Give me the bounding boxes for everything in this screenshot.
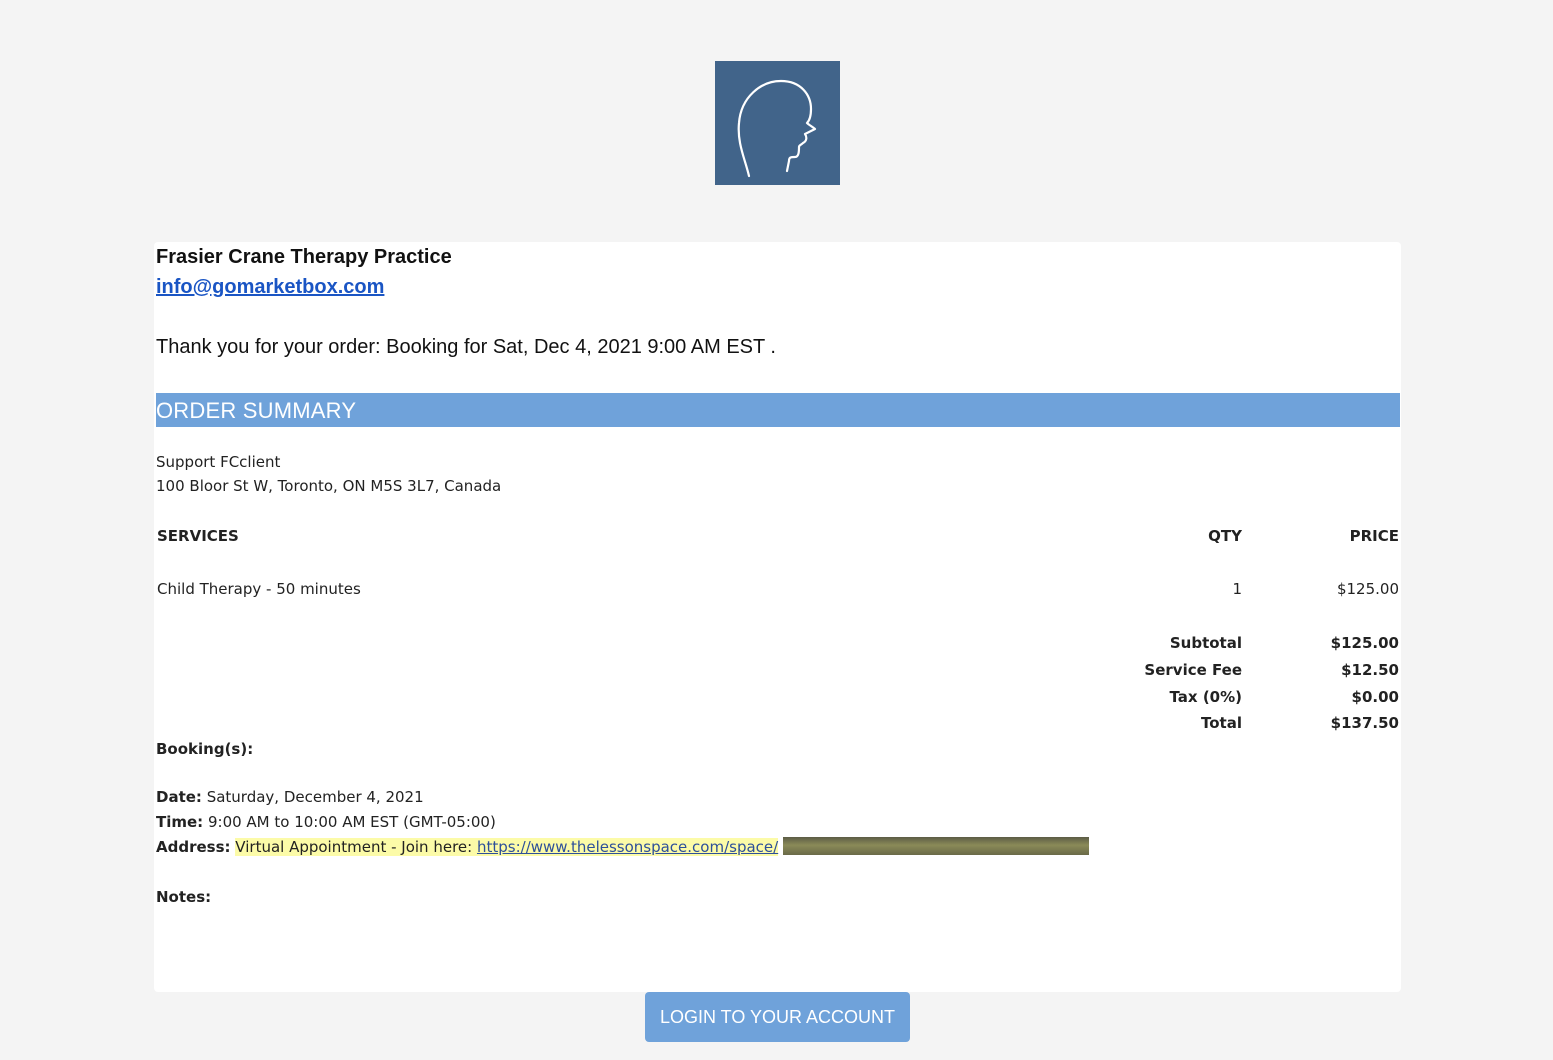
tax-value: $0.00: [1351, 688, 1399, 706]
business-name: Frasier Crane Therapy Practice: [156, 246, 452, 268]
logo: [715, 61, 840, 185]
booking-time-label: Time:: [156, 813, 204, 831]
head-profile-icon: [737, 79, 817, 178]
booking-address: Address: Virtual Appointment - Join here…: [156, 837, 1089, 856]
service-qty: 1: [1232, 580, 1242, 598]
booking-time: Time: 9:00 AM to 10:00 AM EST (GMT-05:00…: [156, 813, 496, 831]
order-summary-title: ORDER SUMMARY: [156, 398, 357, 423]
order-summary-header: ORDER SUMMARY: [156, 393, 1400, 427]
customer-name: Support FCclient: [156, 453, 281, 471]
service-fee-value: $12.50: [1341, 661, 1399, 679]
tax-label: Tax (0%): [1169, 688, 1243, 706]
qty-column-header: QTY: [1208, 527, 1242, 545]
service-price: $125.00: [1336, 580, 1399, 598]
bookings-heading: Booking(s):: [156, 740, 254, 758]
business-email-link[interactable]: info@gomarketbox.com: [156, 276, 384, 299]
redacted-link-part: [782, 837, 1089, 855]
services-column-header: SERVICES: [157, 527, 239, 545]
service-fee-label: Service Fee: [1144, 661, 1242, 679]
total-label: Total: [1201, 714, 1242, 732]
booking-date: Date: Saturday, December 4, 2021: [156, 788, 424, 806]
booking-time-value: 9:00 AM to 10:00 AM EST (GMT-05:00): [207, 813, 496, 831]
subtotal-label: Subtotal: [1169, 634, 1242, 652]
booking-address-prefix: Virtual Appointment - Join here:: [235, 838, 473, 856]
customer-address: 100 Bloor St W, Toronto, ON M5S 3L7, Can…: [156, 477, 502, 495]
booking-address-label: Address:: [156, 838, 231, 856]
booking-join-link[interactable]: https://www.thelessonspace.com/space/: [476, 838, 779, 856]
thank-you-text: Thank you for your order: Booking for Sa…: [156, 336, 776, 358]
login-button[interactable]: LOGIN TO YOUR ACCOUNT: [645, 992, 910, 1042]
booking-date-label: Date:: [156, 788, 202, 806]
thank-you-message: Thank you for your order: Booking for Sa…: [156, 336, 776, 359]
service-name: Child Therapy - 50 minutes: [157, 580, 361, 598]
total-value: $137.50: [1330, 714, 1399, 732]
subtotal-value: $125.00: [1330, 634, 1399, 652]
price-column-header: PRICE: [1349, 527, 1399, 545]
booking-date-value: Saturday, December 4, 2021: [206, 788, 424, 806]
notes-label: Notes:: [156, 888, 212, 906]
